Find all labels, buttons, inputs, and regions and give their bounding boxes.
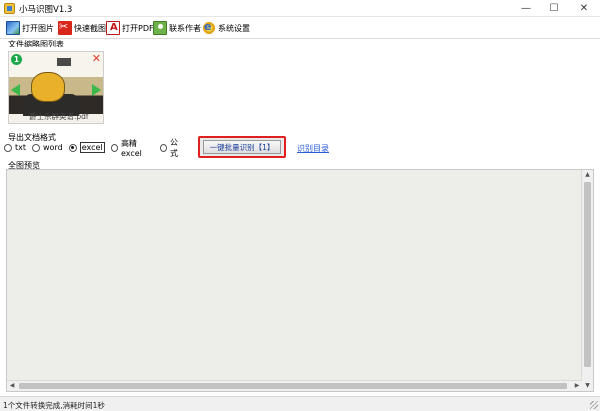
pdf-icon (106, 21, 120, 35)
thumbnail-item[interactable]: 1 ✕ 爵士乐群英谱.pdf (8, 51, 104, 124)
format-label-hd-excel: 高精excel (120, 138, 142, 158)
vertical-scrollbar[interactable]: ▲ ▼ (581, 170, 593, 391)
thumbnail-list: 1 ✕ 爵士乐群英谱.pdf (4, 47, 596, 131)
radio-button[interactable] (32, 143, 41, 152)
horizontal-scroll-thumb[interactable] (19, 383, 567, 389)
vertical-scroll-thumb[interactable] (584, 182, 591, 367)
format-radio-word[interactable]: word (32, 143, 63, 152)
status-text: 1个文件转换完成,消耗时间1秒 (3, 401, 105, 410)
page-count-badge: 1 (11, 54, 22, 65)
radio-button-selected[interactable] (68, 143, 77, 152)
delete-icon[interactable]: ✕ (92, 52, 101, 65)
quick-screenshot-button[interactable]: 快速截图 (58, 20, 106, 36)
format-radio-formula[interactable]: 公式 (159, 137, 184, 159)
resize-grip-icon[interactable] (590, 401, 598, 409)
open-image-label: 打开图片 (22, 23, 54, 33)
close-button[interactable]: ✕ (570, 0, 598, 17)
title-bar: 小马识图V1.3 — ☐ ✕ (0, 0, 600, 17)
horizontal-scrollbar[interactable]: ◀ ▶ (7, 380, 582, 391)
scroll-left-icon[interactable]: ◀ (7, 381, 17, 391)
thumbnail-image (9, 52, 103, 116)
batch-ocr-button[interactable]: 一键批量识别【1】 (203, 140, 281, 154)
batch-ocr-button-highlight: 一键批量识别【1】 (198, 136, 286, 158)
previous-page-icon[interactable] (11, 84, 20, 96)
open-pdf-button[interactable]: 打开PDF (106, 20, 154, 36)
app-logo-icon (4, 3, 15, 14)
format-label-word: word (43, 143, 63, 152)
toolbar: 打开图片 快速截图 打开PDF 联系作者 系统设置 (0, 17, 600, 39)
export-format-group: txt word excel 高精excel 公式 (4, 138, 190, 158)
format-label-formula: 公式 (169, 137, 178, 158)
radio-button[interactable] (4, 143, 12, 152)
status-bar: 1个文件转换完成,消耗时间1秒 (0, 396, 600, 411)
quick-screenshot-label: 快速截图 (74, 23, 106, 33)
format-radio-excel[interactable]: excel (68, 142, 105, 153)
window-title: 小马识图V1.3 (19, 5, 73, 15)
contact-icon (153, 21, 167, 35)
format-label-excel: excel (79, 142, 105, 153)
system-settings-button[interactable]: 系统设置 (202, 20, 250, 36)
minimize-button[interactable]: — (512, 0, 540, 17)
maximize-button[interactable]: ☐ (540, 0, 568, 17)
ocr-directory-link[interactable]: 识别目录 (297, 143, 329, 154)
open-image-button[interactable]: 打开图片 (6, 20, 54, 36)
next-page-icon[interactable] (92, 84, 101, 96)
contact-author-button[interactable]: 联系作者 (153, 20, 201, 36)
open-image-icon (6, 21, 20, 35)
radio-button[interactable] (159, 143, 167, 152)
radio-button[interactable] (110, 143, 118, 152)
open-pdf-label: 打开PDF (122, 23, 154, 33)
settings-icon (202, 20, 216, 35)
system-settings-label: 系统设置 (218, 23, 250, 33)
scroll-up-icon[interactable]: ▲ (582, 170, 593, 180)
scroll-right-icon[interactable]: ▶ (572, 381, 582, 391)
format-radio-hd-excel[interactable]: 高精excel (110, 138, 154, 158)
contact-author-label: 联系作者 (169, 23, 201, 33)
thumbnail-filename: 爵士乐群英谱.pdf (29, 112, 89, 121)
scroll-down-icon[interactable]: ▼ (582, 381, 593, 391)
full-image-preview[interactable]: ▲ ▼ ◀ ▶ (6, 169, 594, 392)
scissors-icon (58, 20, 72, 35)
format-radio-txt[interactable]: txt (4, 143, 26, 152)
format-label-txt: txt (15, 143, 27, 152)
